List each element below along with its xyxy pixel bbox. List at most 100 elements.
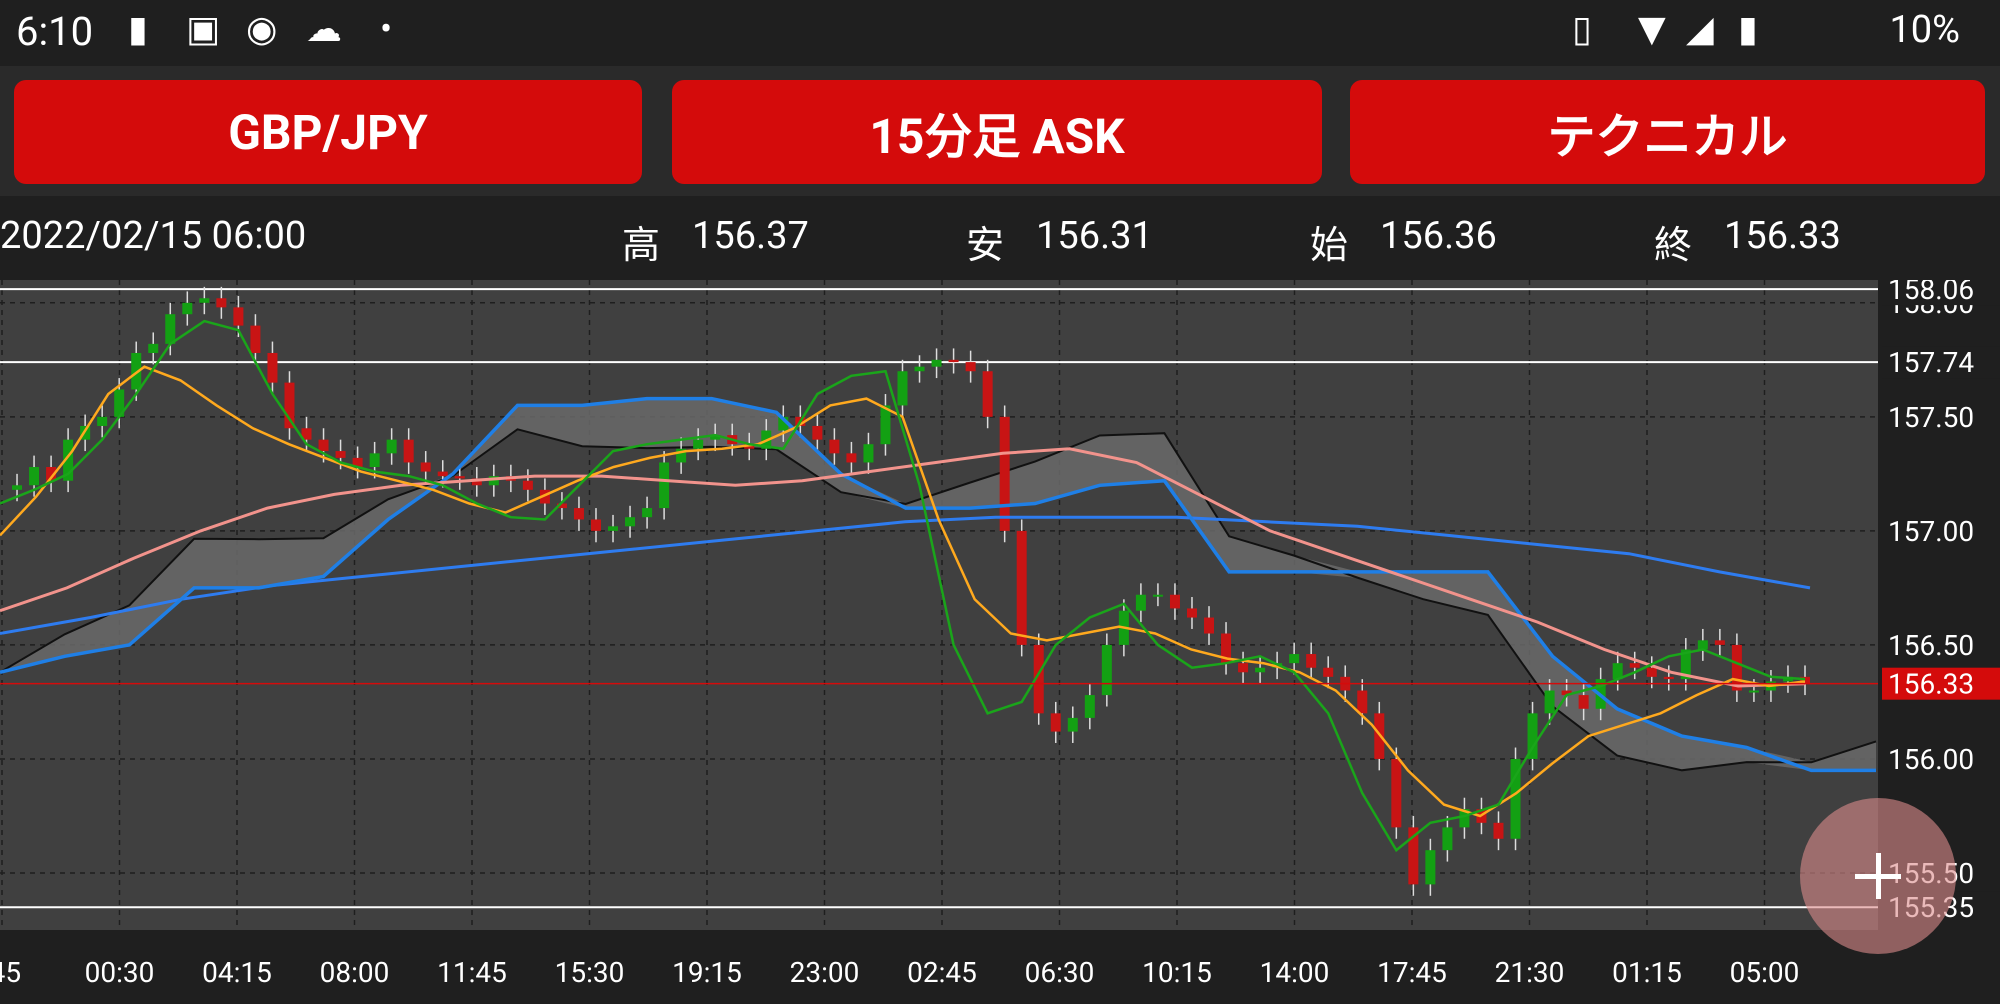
candle-body bbox=[97, 416, 108, 426]
candle-body bbox=[1442, 827, 1453, 851]
current-price-label: 156.33 bbox=[1888, 668, 1974, 701]
candle-body bbox=[1289, 654, 1300, 664]
x-tick-label: 01:15 bbox=[1612, 956, 1682, 989]
x-tick-label: 21:30 bbox=[1495, 956, 1565, 989]
open-label: 始 bbox=[1310, 224, 1349, 268]
candle-body bbox=[386, 439, 397, 454]
y-tick-label: 156.50 bbox=[1888, 629, 1974, 662]
candle-body bbox=[1016, 530, 1027, 645]
candle-body bbox=[1101, 644, 1112, 696]
candle-body bbox=[233, 307, 244, 326]
candle-body bbox=[1748, 690, 1759, 693]
y-tick-label: 157.50 bbox=[1888, 401, 1974, 434]
technical-button[interactable]: テクニカル bbox=[1350, 80, 1985, 184]
candle-body bbox=[1629, 663, 1640, 668]
x-tick-label: 17:45 bbox=[1377, 956, 1447, 989]
candle-body bbox=[199, 298, 210, 303]
status-time: 6:10 bbox=[16, 8, 94, 55]
x-tick-label: 15:30 bbox=[555, 956, 625, 989]
candle-body bbox=[267, 352, 278, 383]
candle-body bbox=[812, 425, 823, 440]
x-tick-label: 10:15 bbox=[1142, 956, 1212, 989]
candle-body bbox=[1050, 713, 1061, 732]
x-tick-label: 11:45 bbox=[437, 956, 507, 989]
candle-body bbox=[318, 439, 329, 452]
price-chart[interactable]: 158.00157.50157.00156.50156.00155.50158.… bbox=[0, 273, 2000, 1000]
signal-icon: ◢ bbox=[1686, 8, 1714, 50]
candle-body bbox=[1152, 594, 1163, 597]
candle-body bbox=[1306, 654, 1317, 668]
y-tick-label: 156.00 bbox=[1888, 743, 1974, 776]
toolbar: GBP/JPY 15分足 ASK テクニカル bbox=[0, 66, 2000, 196]
candle-body bbox=[1697, 640, 1708, 650]
candle-body bbox=[965, 362, 976, 372]
low-value: 156.31 bbox=[1036, 214, 1153, 258]
timeframe-button[interactable]: 15分足 ASK bbox=[672, 80, 1322, 184]
candle-body bbox=[846, 453, 857, 463]
candle-body bbox=[863, 444, 874, 463]
candle-body bbox=[369, 453, 380, 468]
candle-body bbox=[608, 526, 619, 531]
status-bar: 6:10 ▮ ▣ ◉ ☁ • ▯ ▼ ◢ ▮ 10% bbox=[0, 0, 2000, 66]
marked-level-label: 158.06 bbox=[1888, 280, 1974, 306]
x-tick-label: 02:45 bbox=[907, 956, 977, 989]
chart-svg[interactable]: 158.00157.50157.00156.50156.00155.50158.… bbox=[0, 273, 2000, 1000]
image-icon: ▣ bbox=[186, 8, 221, 50]
candle-body bbox=[897, 371, 908, 406]
y-tick-label: 157.00 bbox=[1888, 515, 1974, 548]
weather-icon: ☁ bbox=[306, 8, 342, 50]
add-fab-button[interactable] bbox=[1800, 798, 1956, 954]
line-app-icon: ◉ bbox=[246, 8, 278, 50]
candle-body bbox=[1084, 695, 1095, 718]
candle-body bbox=[590, 519, 601, 531]
candle-body bbox=[982, 371, 993, 417]
candle-body bbox=[1323, 667, 1334, 677]
wifi-icon: ▼ bbox=[1638, 8, 1666, 50]
candle-body bbox=[693, 439, 704, 449]
candle-body bbox=[165, 314, 176, 344]
candle-body bbox=[1135, 594, 1146, 611]
x-tick-label: 19:15 bbox=[672, 956, 742, 989]
candle-body bbox=[148, 343, 159, 353]
marked-level-label: 157.74 bbox=[1888, 346, 1974, 379]
candle-body bbox=[659, 462, 670, 509]
candle-body bbox=[284, 382, 295, 429]
candle-body bbox=[1186, 608, 1197, 618]
x-tick-label: :45 bbox=[0, 956, 21, 989]
currency-pair-button[interactable]: GBP/JPY bbox=[14, 80, 642, 184]
candle-body bbox=[573, 508, 584, 520]
candle-body bbox=[1255, 667, 1266, 673]
candle-body bbox=[12, 485, 23, 490]
candle-body bbox=[437, 471, 448, 477]
candle-body bbox=[1663, 676, 1674, 680]
candle-body bbox=[914, 366, 925, 372]
candle-body bbox=[829, 439, 840, 454]
candle-body bbox=[182, 302, 193, 315]
candle-body bbox=[1204, 617, 1215, 634]
open-value: 156.36 bbox=[1380, 214, 1497, 258]
x-tick-label: 08:00 bbox=[320, 956, 390, 989]
candle-body bbox=[1067, 717, 1078, 732]
x-tick-label: 04:15 bbox=[202, 956, 272, 989]
candle-datetime: 2022/02/15 06:00 bbox=[0, 214, 307, 258]
x-tick-label: 23:00 bbox=[790, 956, 860, 989]
candle-body bbox=[931, 359, 942, 367]
candle-body bbox=[216, 298, 227, 308]
battery-percent: 10% bbox=[1889, 8, 1960, 52]
candle-body bbox=[1425, 850, 1436, 885]
candle-body bbox=[1169, 594, 1180, 609]
dot-icon: • bbox=[380, 8, 393, 50]
candle-body bbox=[1646, 667, 1657, 677]
candle-body bbox=[999, 416, 1010, 531]
candle-body bbox=[948, 359, 959, 363]
x-tick-label: 14:00 bbox=[1260, 956, 1330, 989]
candle-body bbox=[1493, 822, 1504, 839]
high-value: 156.37 bbox=[692, 214, 809, 258]
candle-body bbox=[625, 517, 636, 527]
candle-body bbox=[1391, 758, 1402, 828]
candle-body bbox=[1714, 640, 1725, 645]
x-tick-label: 00:30 bbox=[85, 956, 155, 989]
candle-body bbox=[29, 467, 40, 486]
x-tick-label: 06:30 bbox=[1025, 956, 1095, 989]
plot-area bbox=[0, 280, 1878, 930]
